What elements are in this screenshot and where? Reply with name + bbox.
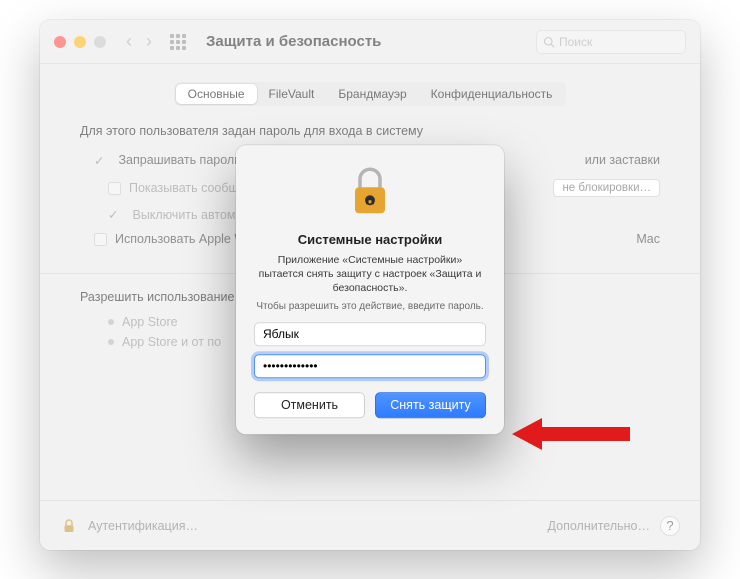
dialog-buttons: Отменить Снять защиту: [254, 392, 486, 418]
tab-general[interactable]: Основные: [176, 84, 257, 104]
tab-firewall[interactable]: Брандмауэр: [326, 84, 418, 104]
set-lock-message-button[interactable]: не блокировки…: [553, 179, 660, 197]
cancel-button[interactable]: Отменить: [254, 392, 365, 418]
footer: Аутентификация… Дополнительно… ?: [40, 500, 700, 550]
tab-filevault[interactable]: FileVault: [257, 84, 327, 104]
tab-bar: Основные FileVault Брандмауэр Конфиденци…: [40, 82, 700, 106]
show-message-checkbox[interactable]: [108, 182, 121, 195]
unlock-button[interactable]: Снять защиту: [375, 392, 486, 418]
tab-privacy[interactable]: Конфиденциальность: [419, 84, 565, 104]
dialog-body: Приложение «Системные настройки» пытаетс…: [254, 253, 486, 296]
require-password-check[interactable]: [94, 153, 110, 168]
password-field[interactable]: [254, 354, 486, 378]
lock-large-icon: [348, 165, 392, 217]
search-placeholder: Поиск: [559, 35, 592, 49]
dialog-hint: Чтобы разрешить это действие, введите па…: [254, 301, 486, 312]
back-button[interactable]: ‹: [126, 31, 132, 52]
forward-button[interactable]: ›: [146, 31, 152, 52]
apple-watch-tail: Mac: [636, 232, 660, 246]
auth-dialog: Системные настройки Приложение «Системны…: [236, 145, 504, 435]
search-icon: [543, 36, 555, 48]
allow-appstore-identified-label: App Store и от по: [122, 335, 221, 349]
minimize-window-button[interactable]: [74, 36, 86, 48]
apple-watch-checkbox[interactable]: [94, 233, 107, 246]
username-field[interactable]: [254, 322, 486, 346]
dialog-title: Системные настройки: [254, 232, 486, 247]
advanced-button[interactable]: Дополнительно…: [548, 519, 650, 533]
password-section-heading: Для этого пользователя задан пароль для …: [80, 124, 660, 138]
allow-appstore-label: App Store: [122, 315, 178, 329]
auth-label[interactable]: Аутентификация…: [88, 519, 198, 533]
window-controls: [54, 36, 106, 48]
help-button[interactable]: ?: [660, 516, 680, 536]
require-password-tail: или заставки: [585, 153, 660, 167]
titlebar: ‹ › Защита и безопасность Поиск: [40, 20, 700, 64]
show-all-icon[interactable]: [170, 34, 186, 50]
radio-icon: [108, 319, 114, 325]
radio-icon: [108, 339, 114, 345]
disable-autologin-check[interactable]: [108, 207, 124, 222]
zoom-window-button[interactable]: [94, 36, 106, 48]
window-title: Защита и безопасность: [206, 33, 381, 50]
require-password-label: Запрашивать пароль: [118, 153, 240, 167]
segmented-control: Основные FileVault Брандмауэр Конфиденци…: [174, 82, 567, 106]
close-window-button[interactable]: [54, 36, 66, 48]
lock-icon[interactable]: [60, 517, 78, 535]
nav-arrows: ‹ ›: [126, 31, 152, 52]
search-field[interactable]: Поиск: [536, 30, 686, 54]
apple-watch-label: Использовать Apple Wa: [115, 232, 253, 246]
